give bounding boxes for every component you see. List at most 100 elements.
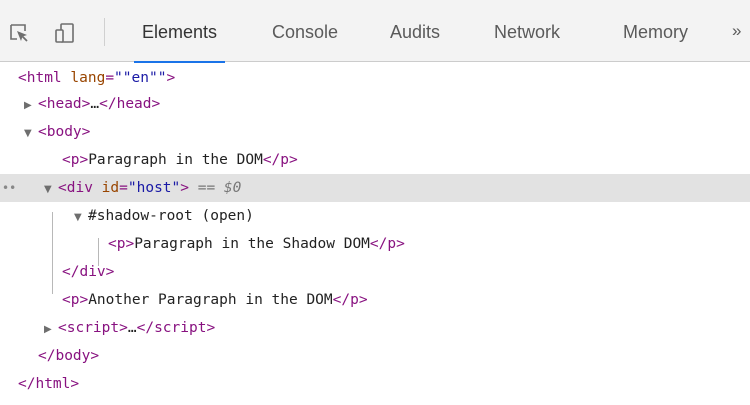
text-content: Paragraph in the Shadow DOM (134, 236, 370, 252)
text-content: Another Paragraph in the DOM (88, 292, 333, 308)
attr-name: lang (70, 70, 106, 86)
head-node: ▶ <head>…</head> (24, 90, 160, 118)
tree-row-html-open[interactable]: <html lang=""en""> (0, 64, 750, 92)
tag-bracket: </ (369, 236, 388, 252)
p2-node: <p>Another Paragraph in the DOM</p> (62, 286, 368, 314)
tree-row-body-close[interactable]: </body> (0, 342, 750, 370)
tree-row-p2[interactable]: <p>Another Paragraph in the DOM</p> (0, 286, 750, 314)
tag-bracket: </ (332, 292, 351, 308)
tag-name: head (116, 96, 152, 112)
script-node: ▶ <script>…</script> (44, 314, 215, 342)
attr-quote: " (114, 70, 123, 86)
host-node: ▼ <div id="host"> == $0 (44, 174, 241, 202)
tag-name: head (46, 96, 82, 112)
tree-row-shadow-root[interactable]: ▼ #shadow-root (open) (0, 202, 750, 230)
tag-bracket: </ (99, 96, 117, 112)
tag-bracket: > (125, 236, 135, 252)
tag-name: script (66, 320, 120, 336)
tab-audits[interactable]: Audits (390, 0, 440, 62)
tag-bracket: > (180, 180, 189, 196)
toolbar-divider (104, 18, 105, 46)
tag-bracket: </ (136, 320, 155, 336)
body-close-node: </body> (38, 342, 99, 370)
tag-bracket: > (206, 320, 216, 336)
tag-bracket: > (70, 376, 80, 392)
tag-bracket: </ (62, 264, 80, 280)
tag-bracket: > (166, 70, 176, 86)
selection-dots-icon[interactable]: •• (2, 174, 16, 202)
tag-bracket: > (79, 292, 89, 308)
tag-name: html (35, 376, 71, 392)
tag-name: script (154, 320, 207, 336)
shadow-root-node: ▼ #shadow-root (open) (74, 202, 254, 230)
tree-row-host-selected[interactable]: •• ▼ <div id="host"> == $0 (0, 174, 750, 202)
devtools-panel: Elements Console Audits Network Memory »… (0, 0, 750, 405)
html-close-node: </html> (18, 370, 79, 398)
selected-element-marker: == $0 (197, 180, 242, 196)
attr-value: "host" (127, 180, 181, 196)
collapsed-ellipsis: … (127, 320, 137, 336)
tree-row-div-close[interactable]: </div> (0, 258, 750, 286)
tag-name: p (350, 292, 359, 308)
tag-name: div (66, 180, 93, 196)
tree-row-script[interactable]: ▶ <script>…</script> (0, 314, 750, 342)
tag-bracket: </ (262, 152, 281, 168)
p1-node: <p>Paragraph in the DOM</p> (62, 146, 298, 174)
tab-memory[interactable]: Memory (623, 0, 688, 62)
tag-bracket: > (79, 152, 89, 168)
tag-bracket: < (108, 236, 117, 252)
tab-elements[interactable]: Elements (133, 0, 226, 63)
more-tabs-icon[interactable]: » (732, 0, 741, 62)
p-shadow-node: <p>Paragraph in the Shadow DOM</p> (108, 230, 405, 258)
collapsed-ellipsis: … (90, 96, 100, 112)
tag-bracket: > (289, 152, 298, 168)
tag-bracket: < (62, 152, 71, 168)
tag-name: body (46, 124, 82, 140)
tag-bracket: < (18, 70, 27, 86)
text-content: Paragraph in the DOM (88, 152, 263, 168)
tree-row-html-close[interactable]: </html> (0, 370, 750, 398)
tree-row-p1[interactable]: <p>Paragraph in the DOM</p> (0, 146, 750, 174)
tag-bracket: > (119, 320, 128, 336)
dom-tree: <html lang=""en""> ▶ <head>…</head> ▼ <bod… (0, 62, 750, 405)
tag-bracket: </ (18, 376, 36, 392)
attr-name: id (101, 180, 120, 196)
inspect-element-icon[interactable] (8, 22, 30, 44)
tag-name: div (79, 264, 106, 280)
collapse-triangle-icon[interactable]: ▼ (44, 176, 58, 204)
html-open-node: <html lang=""en""> (18, 64, 175, 92)
collapse-triangle-icon[interactable]: ▼ (74, 204, 88, 232)
collapse-triangle-icon[interactable]: ▼ (24, 120, 38, 148)
body-open-node: ▼ <body> (24, 118, 90, 146)
tag-bracket: > (105, 264, 115, 280)
tag-bracket: </ (38, 348, 56, 364)
tag-name: p (280, 152, 290, 168)
device-toolbar-icon[interactable] (54, 22, 76, 44)
expand-triangle-icon[interactable]: ▶ (24, 92, 38, 120)
tag-bracket: > (81, 124, 91, 140)
tag-bracket: > (396, 236, 405, 252)
tab-console[interactable]: Console (272, 0, 338, 62)
tag-bracket: < (58, 320, 67, 336)
tree-row-p-shadow[interactable]: <p>Paragraph in the Shadow DOM</p> (0, 230, 750, 258)
expand-triangle-icon[interactable]: ▶ (44, 316, 58, 344)
tag-bracket: < (62, 292, 71, 308)
shadow-root-label: #shadow-root (open) (88, 208, 254, 224)
tag-bracket: > (358, 292, 368, 308)
tag-name: html (26, 70, 62, 86)
tag-bracket: < (38, 96, 47, 112)
tag-bracket: > (90, 348, 100, 364)
tag-bracket: > (151, 96, 161, 112)
tag-bracket: < (38, 124, 47, 140)
div-close-node: </div> (62, 258, 114, 286)
tree-row-head[interactable]: ▶ <head>…</head> (0, 90, 750, 118)
tag-name: p (387, 236, 397, 252)
tag-bracket: < (58, 180, 67, 196)
tab-network[interactable]: Network (494, 0, 560, 62)
attr-equals: = (105, 70, 115, 86)
tree-row-body-open[interactable]: ▼ <body> (0, 118, 750, 146)
shadow-indent-guide (98, 238, 99, 266)
attr-equals: = (119, 180, 128, 196)
host-indent-guide (52, 212, 53, 294)
devtools-toolbar: Elements Console Audits Network Memory » (0, 0, 750, 63)
